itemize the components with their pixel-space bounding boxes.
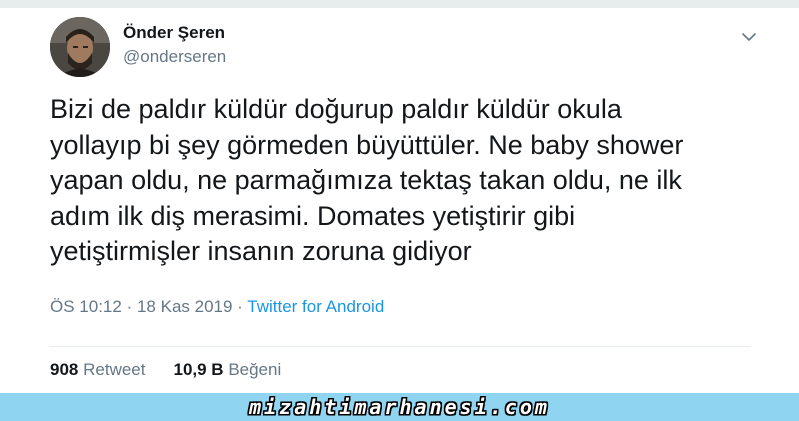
tweet-text-line: adım ilk diş merasimi. Domates yetiştiri… <box>50 200 576 231</box>
tweet-text-line: yapan oldu, ne parmağımıza tektaş takan … <box>50 165 682 195</box>
tweet-menu-button[interactable] <box>740 30 758 42</box>
tweet-text: Bizi de paldır küldür doğurup paldır kül… <box>50 92 750 270</box>
author-info: Önder Şeren @onderseren <box>123 22 226 68</box>
tweet-date[interactable]: 18 Kas 2019 <box>137 297 232 316</box>
tweet-stats: 908 Retweet 10,9 B Beğeni <box>50 359 281 381</box>
author-handle[interactable]: @onderseren <box>123 46 226 68</box>
likes-stat[interactable]: 10,9 B Beğeni <box>173 360 281 379</box>
avatar-photo <box>50 17 110 77</box>
retweets-stat[interactable]: 908 Retweet <box>50 360 145 379</box>
likes-label: Beğeni <box>228 360 282 379</box>
tweet-text-line: yetiştirmişler insanın zoruna gidiyor <box>50 236 472 266</box>
retweets-label: Retweet <box>83 360 146 379</box>
divider <box>50 346 750 347</box>
tweet-text-line: Bizi de paldır küldür doğurup paldır kül… <box>50 94 622 124</box>
avatar[interactable] <box>50 17 110 77</box>
top-frame-strip <box>0 0 799 8</box>
retweets-count: 908 <box>50 360 79 379</box>
author-display-name[interactable]: Önder Şeren <box>123 22 226 44</box>
tweet-time[interactable]: ÖS 10:12 <box>50 297 122 316</box>
meta-separator: · <box>237 297 243 316</box>
tweet-card: Önder Şeren @onderseren Bizi de paldır k… <box>0 8 799 393</box>
likes-count: 10,9 B <box>173 360 224 379</box>
tweet-meta: ÖS 10:12 · 18 Kas 2019 · Twitter for And… <box>50 296 384 318</box>
tweet-source-link[interactable]: Twitter for Android <box>247 297 384 316</box>
watermark-text: mizahtimarhanesi.com <box>249 395 550 419</box>
meta-separator: · <box>126 297 133 316</box>
watermark-banner: mizahtimarhanesi.com <box>0 393 799 421</box>
chevron-down-icon <box>742 33 756 41</box>
tweet-text-line: yollayıp bi şey görmeden büyüttüler. Ne … <box>50 129 684 160</box>
